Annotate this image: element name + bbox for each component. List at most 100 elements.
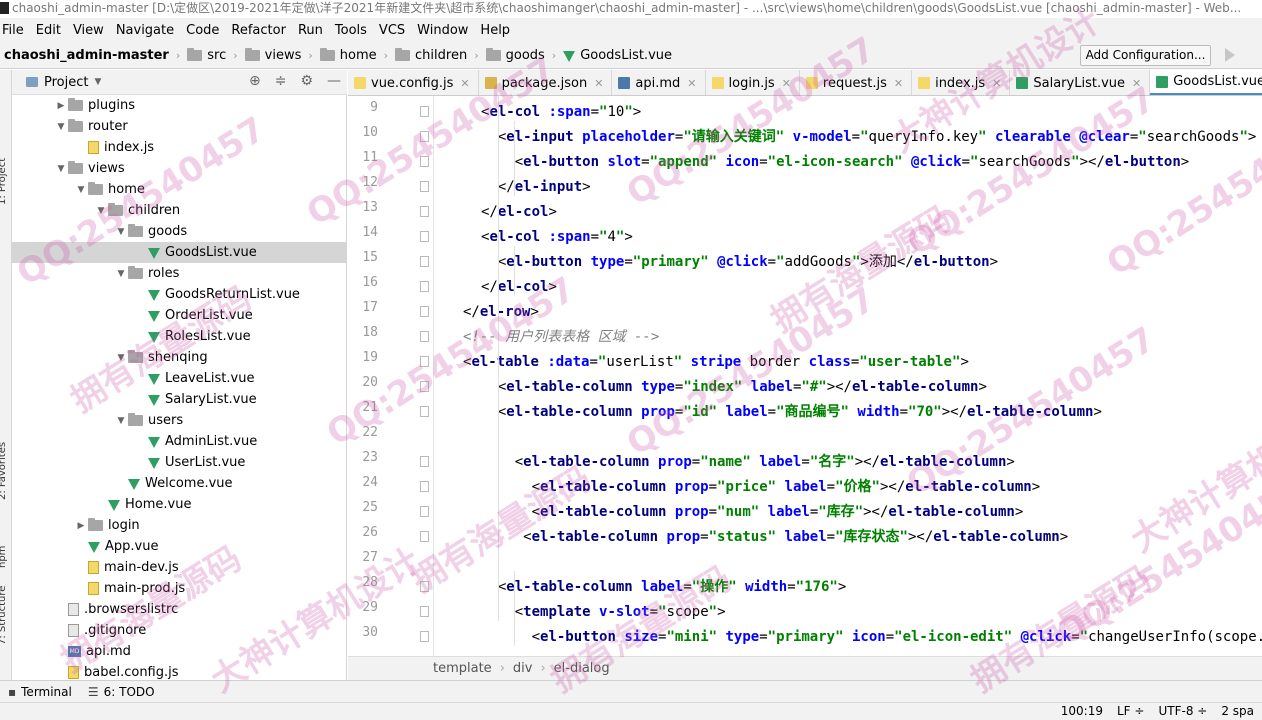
- tree-item[interactable]: babel.config.js: [12, 662, 346, 680]
- editor-tab[interactable]: index.js ✕: [912, 70, 1011, 95]
- tree-item[interactable]: Welcome.vue: [12, 473, 346, 494]
- code-line[interactable]: <el-table-column prop="name" label="名字">…: [481, 450, 1015, 475]
- menu-vcs[interactable]: VCS: [373, 23, 411, 38]
- menu-file[interactable]: File: [0, 23, 30, 38]
- chevron-down-icon[interactable]: ▼: [114, 416, 128, 426]
- favorites-tool-tab[interactable]: 2: Favorites: [0, 442, 8, 500]
- code-line[interactable]: </el-row>: [463, 300, 539, 325]
- locate-icon[interactable]: ⊕: [249, 73, 261, 89]
- menu-refactor[interactable]: Refactor: [225, 23, 292, 38]
- code-line[interactable]: </el-col>: [481, 200, 557, 225]
- menu-code[interactable]: Code: [180, 23, 225, 38]
- editor-tab[interactable]: vue.config.js ✕: [348, 70, 479, 95]
- tree-item[interactable]: main-prod.js: [12, 578, 346, 599]
- code-line[interactable]: <el-table :data="userList" stripe border…: [463, 350, 969, 375]
- code-line[interactable]: <el-input placeholder="请输入关键词" v-model="…: [481, 125, 1256, 150]
- chevron-down-icon[interactable]: ▼: [54, 122, 68, 132]
- close-icon[interactable]: ✕: [594, 77, 603, 90]
- code-line[interactable]: <el-table-column type="index" label="#">…: [481, 375, 987, 400]
- code-line[interactable]: <el-table-column prop="id" label="商品编号" …: [481, 400, 1102, 425]
- status-item[interactable]: UTF-8 ÷: [1158, 703, 1207, 720]
- code-line[interactable]: <el-button slot="append" icon="el-icon-s…: [481, 150, 1189, 175]
- menu-edit[interactable]: Edit: [30, 23, 67, 38]
- tree-item[interactable]: .gitignore: [12, 620, 346, 641]
- chevron-down-icon[interactable]: ▼: [114, 269, 128, 279]
- tree-item[interactable]: Home.vue: [12, 494, 346, 515]
- tool-window-todo[interactable]: ☰ 6: TODO: [80, 685, 163, 699]
- code-line[interactable]: <el-table-column prop="num" label="库存"><…: [481, 500, 1024, 525]
- tree-item[interactable]: ▶ login: [12, 515, 346, 536]
- menu-navigate[interactable]: Navigate: [110, 23, 180, 38]
- collapse-icon[interactable]: ≑: [275, 73, 287, 89]
- close-icon[interactable]: ✕: [1132, 77, 1141, 90]
- breadcrumb-item[interactable]: src: [185, 47, 228, 63]
- editor-breadcrumb-item[interactable]: div: [513, 661, 533, 676]
- breadcrumb-item[interactable]: views: [243, 47, 304, 63]
- tool-window-terminal[interactable]: ▪ Terminal: [0, 685, 80, 699]
- run-icon[interactable]: [1225, 48, 1235, 62]
- add-configuration-button[interactable]: Add Configuration...: [1080, 45, 1211, 66]
- npm-tool-tab[interactable]: npm: [0, 546, 8, 568]
- tree-item[interactable]: ▼ shenqing: [12, 347, 346, 368]
- editor-tab[interactable]: SalaryList.vue ✕: [1010, 70, 1151, 95]
- tree-item[interactable]: ▼ users: [12, 410, 346, 431]
- menu-window[interactable]: Window: [411, 23, 474, 38]
- code-area[interactable]: <el-col :span="10"> <el-input placeholde…: [348, 96, 1262, 656]
- tree-item[interactable]: App.vue: [12, 536, 346, 557]
- tree-item[interactable]: ▼ roles: [12, 263, 346, 284]
- gear-icon[interactable]: ⚙: [300, 73, 313, 89]
- code-line[interactable]: <el-table-column prop="price" label="价格"…: [481, 475, 1041, 500]
- menu-view[interactable]: View: [67, 23, 110, 38]
- breadcrumb-item[interactable]: goods: [484, 47, 547, 63]
- tree-item[interactable]: index.js: [12, 137, 346, 158]
- menu-tools[interactable]: Tools: [329, 23, 373, 38]
- tree-item[interactable]: ▶ plugins: [12, 95, 346, 116]
- tree-item[interactable]: .browserslistrc: [12, 599, 346, 620]
- tree-item[interactable]: GoodsList.vue: [12, 242, 346, 263]
- breadcrumb-item[interactable]: home: [318, 47, 379, 63]
- code-line[interactable]: <el-col :span="10">: [481, 100, 641, 125]
- chevron-down-icon[interactable]: ▼: [114, 353, 128, 363]
- tree-item[interactable]: RolesList.vue: [12, 326, 346, 347]
- chevron-right-icon[interactable]: ▶: [54, 101, 68, 111]
- status-item[interactable]: 2 spa: [1221, 703, 1254, 720]
- status-item[interactable]: 100:19: [1061, 703, 1103, 720]
- editor-tab[interactable]: request.js ✕: [800, 70, 913, 95]
- code-line[interactable]: <el-table-column label="操作" width="176">: [481, 575, 846, 600]
- chevron-down-icon[interactable]: ▼: [74, 185, 88, 195]
- code-line[interactable]: <el-table-column prop="status" label="库存…: [481, 525, 1068, 550]
- chevron-down-icon[interactable]: ▼: [54, 164, 68, 174]
- tree-item[interactable]: OrderList.vue: [12, 305, 346, 326]
- code-line[interactable]: <template v-slot="scope">: [481, 600, 726, 625]
- tree-item[interactable]: UserList.vue: [12, 452, 346, 473]
- tree-item[interactable]: ▼ router: [12, 116, 346, 137]
- menu-help[interactable]: Help: [474, 23, 516, 38]
- tree-item[interactable]: main-dev.js: [12, 557, 346, 578]
- editor-tab[interactable]: GoodsList.vue✕: [1150, 70, 1262, 95]
- tree-item[interactable]: ▼ goods: [12, 221, 346, 242]
- editor-breadcrumb-item[interactable]: template: [433, 661, 492, 676]
- close-icon[interactable]: ✕: [460, 77, 469, 90]
- chevron-down-icon[interactable]: ▼: [94, 77, 101, 87]
- menu-run[interactable]: Run: [292, 23, 329, 38]
- chevron-down-icon[interactable]: ▼: [94, 206, 108, 216]
- editor-breadcrumb-item[interactable]: el-dialog: [554, 661, 610, 676]
- breadcrumb-item[interactable]: children: [393, 47, 469, 63]
- code-line[interactable]: <el-col :span="4">: [481, 225, 633, 250]
- tree-item[interactable]: SalaryList.vue: [12, 389, 346, 410]
- editor-tab[interactable]: api.md ✕: [612, 70, 706, 95]
- hide-icon[interactable]: —: [327, 73, 341, 89]
- chevron-right-icon[interactable]: ▶: [74, 521, 88, 531]
- tree-item[interactable]: AdminList.vue: [12, 431, 346, 452]
- close-icon[interactable]: ✕: [687, 77, 696, 90]
- close-icon[interactable]: ✕: [894, 77, 903, 90]
- code-line[interactable]: <el-button size="mini" type="primary" ic…: [481, 625, 1262, 650]
- editor-tab[interactable]: login.js ✕: [706, 70, 800, 95]
- breadcrumb-item[interactable]: chaoshi_admin-master: [2, 48, 171, 63]
- tree-item[interactable]: GoodsReturnList.vue: [12, 284, 346, 305]
- editor-tab[interactable]: package.json ✕: [479, 70, 613, 95]
- close-icon[interactable]: ✕: [782, 77, 791, 90]
- tree-item[interactable]: ▼ home: [12, 179, 346, 200]
- code-line[interactable]: <el-button type="primary" @click="addGoo…: [481, 250, 998, 275]
- close-icon[interactable]: ✕: [992, 77, 1001, 90]
